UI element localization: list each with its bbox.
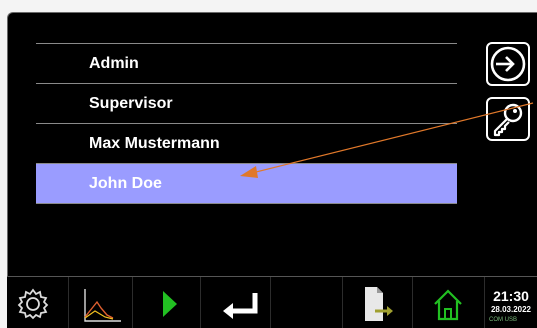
export-button[interactable] <box>343 277 413 328</box>
play-icon <box>163 291 177 317</box>
main-screen: Admin Supervisor Max Mustermann John Doe <box>7 12 537 277</box>
login-arrow-icon <box>490 46 526 82</box>
chart-button[interactable] <box>69 277 133 328</box>
gear-icon <box>17 288 49 320</box>
home-button[interactable] <box>413 277 485 328</box>
clock-time: 21:30 <box>493 288 529 304</box>
user-list: Admin Supervisor Max Mustermann John Doe <box>36 43 457 204</box>
file-export-icon <box>365 287 393 321</box>
password-button[interactable] <box>486 97 530 141</box>
login-button[interactable] <box>486 42 530 86</box>
clock-date: 28.03.2022 <box>490 305 532 314</box>
user-item-john-doe[interactable]: John Doe <box>36 164 457 204</box>
user-item-label: Admin <box>89 54 139 72</box>
user-item-supervisor[interactable]: Supervisor <box>36 84 457 124</box>
home-icon <box>434 289 462 321</box>
settings-button[interactable] <box>7 277 69 328</box>
enter-icon <box>223 293 258 319</box>
connection-status: COM USB <box>489 317 518 323</box>
user-item-admin[interactable]: Admin <box>36 44 457 84</box>
user-item-max-mustermann[interactable]: Max Mustermann <box>36 124 457 164</box>
clock-display: 21:30 28.03.2022 COM USB <box>485 277 537 328</box>
empty-slot <box>271 277 343 328</box>
chart-icon <box>84 289 121 322</box>
user-item-label: Supervisor <box>89 94 173 112</box>
key-icon <box>493 103 523 137</box>
bottom-toolbar: 21:30 28.03.2022 COM USB <box>7 276 537 328</box>
user-item-label: John Doe <box>89 174 162 192</box>
enter-button[interactable] <box>201 277 271 328</box>
start-button[interactable] <box>133 277 201 328</box>
user-item-label: Max Mustermann <box>89 134 220 152</box>
